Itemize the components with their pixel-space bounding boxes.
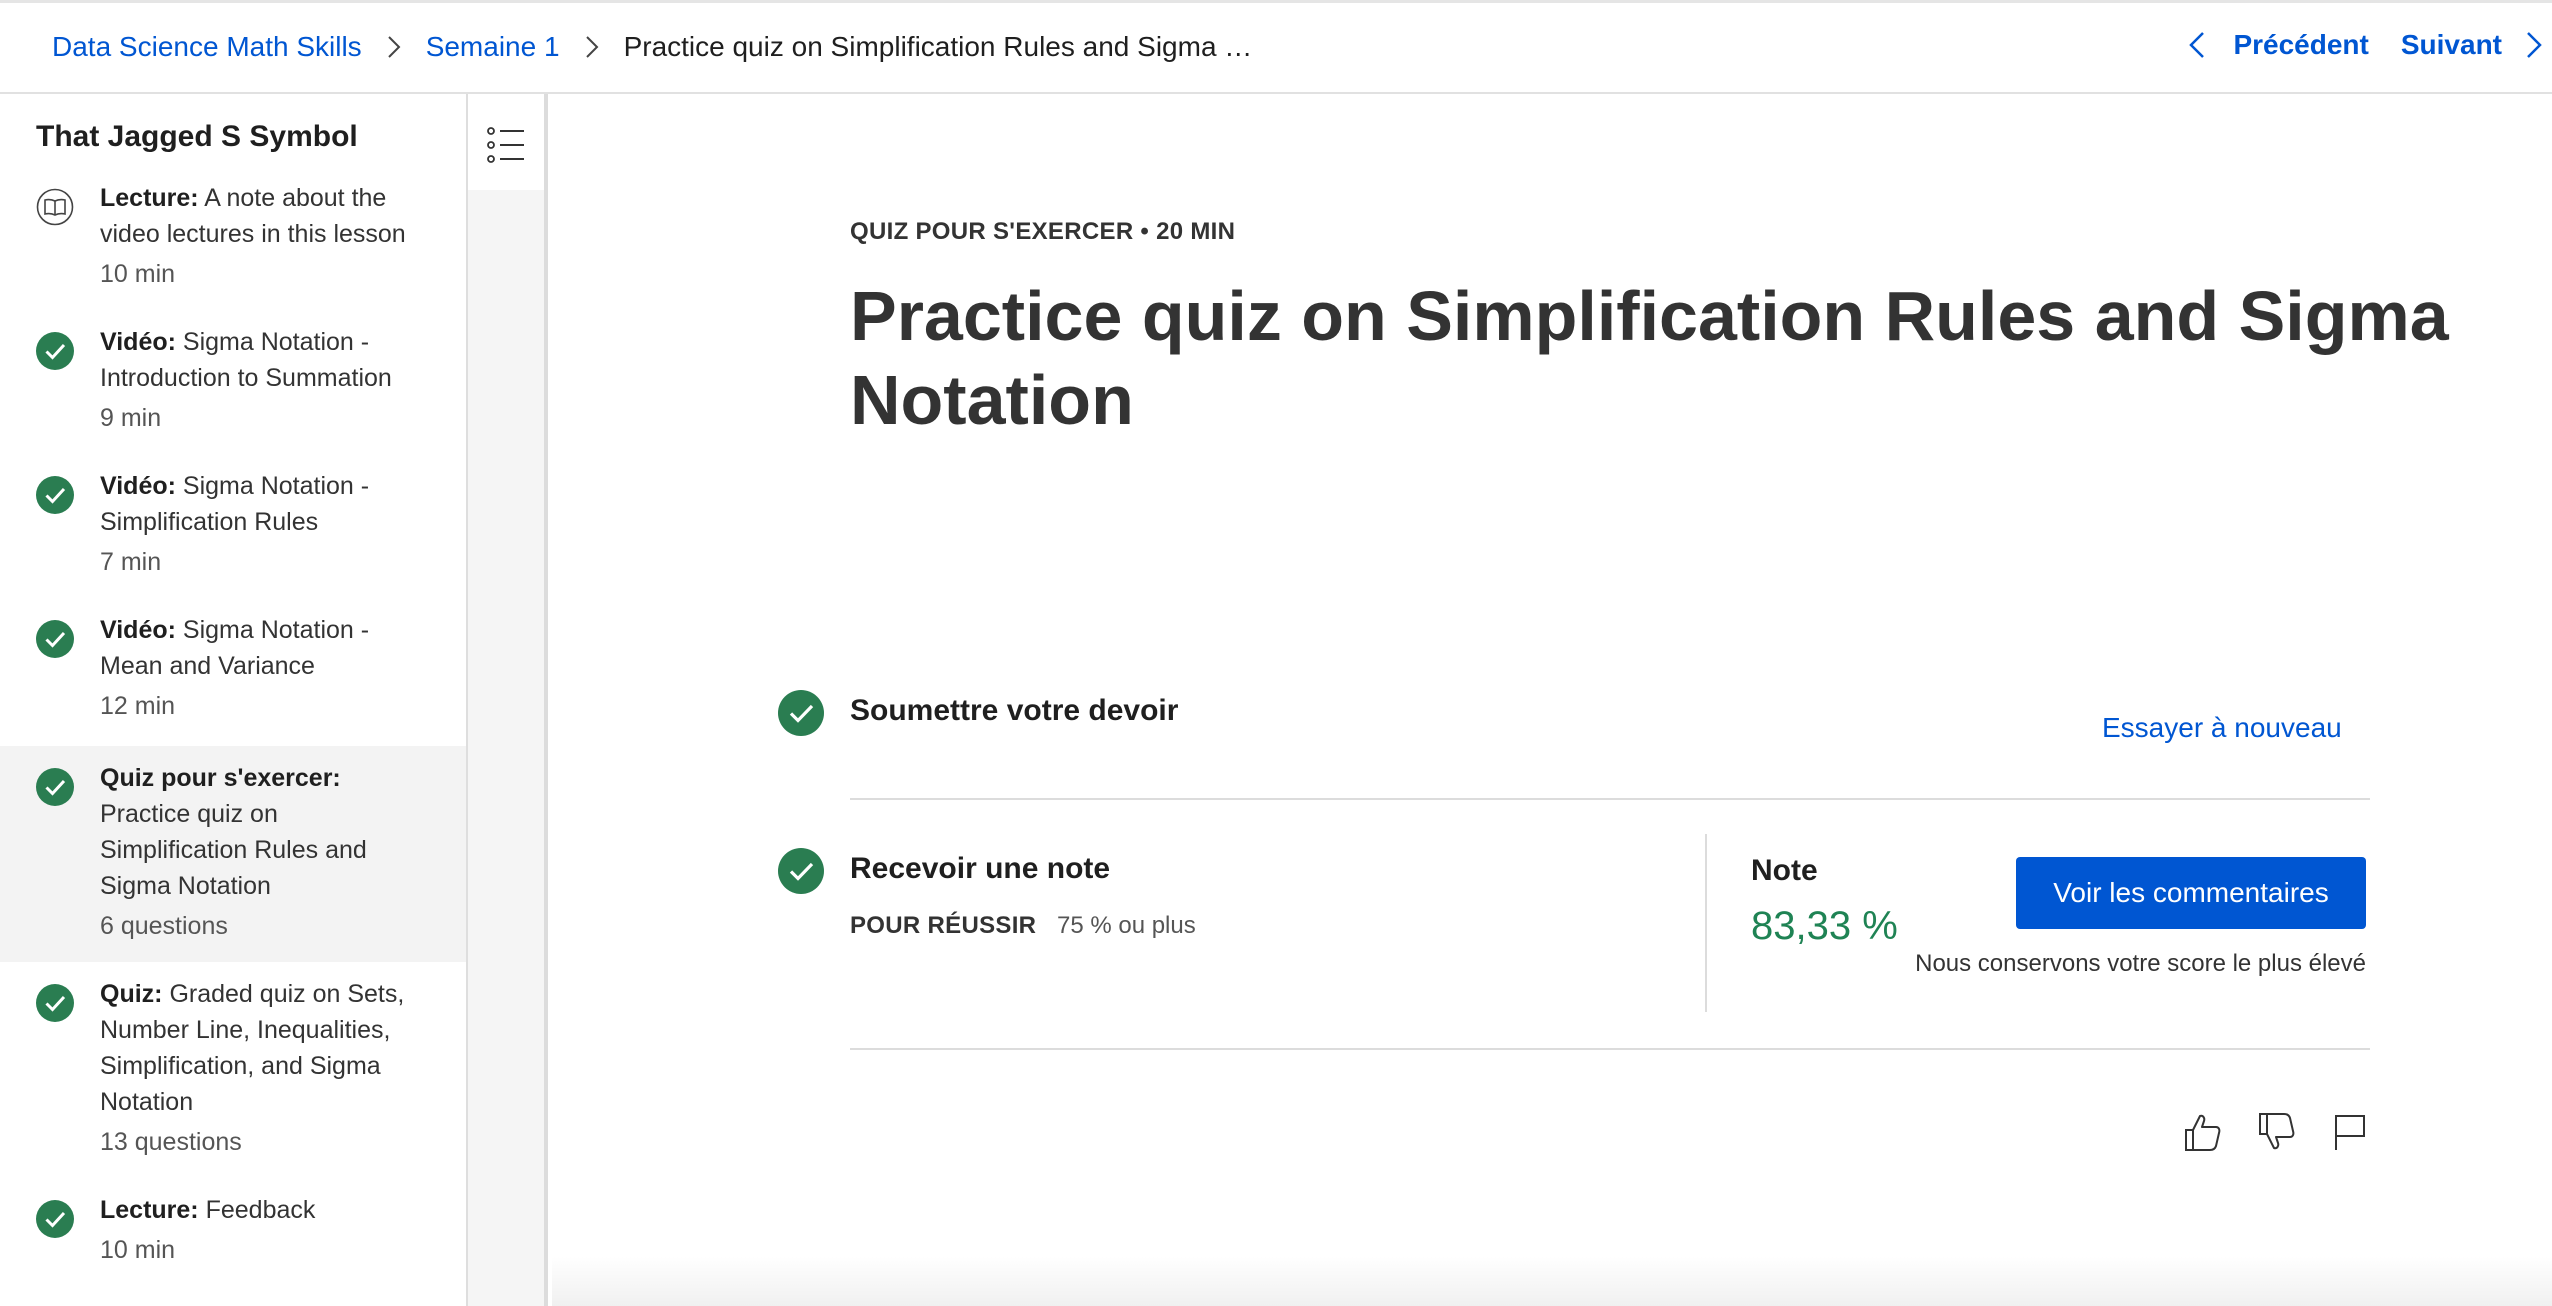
- sidebar-item-title: Feedback: [205, 1196, 316, 1224]
- sidebar-item-graded-quiz[interactable]: Quiz: Graded quiz on Sets, Number Line, …: [0, 976, 466, 1186]
- sidebar-item-type: Quiz pour s'exercer:: [100, 764, 341, 792]
- chevron-left-icon: [2189, 32, 2205, 58]
- vertical-divider: [1705, 834, 1707, 1012]
- pass-requirement: POUR RÉUSSIR 75 % ou plus: [850, 912, 1196, 940]
- item-kicker: QUIZ POUR S'EXERCER • 20 MIN: [850, 218, 1236, 245]
- sidebar-item-video-mean-variance[interactable]: Vidéo: Sigma Notation - Mean and Varianc…: [0, 612, 466, 742]
- thumbs-down-icon[interactable]: [2254, 1110, 2298, 1154]
- sidebar-item-practice-quiz[interactable]: Quiz pour s'exercer: Practice quiz on Si…: [0, 746, 466, 962]
- pass-value: 75 % ou plus: [1056, 912, 1196, 939]
- divider: [850, 798, 2370, 800]
- retry-link[interactable]: Essayer à nouveau: [2102, 712, 2342, 744]
- flag-icon[interactable]: [2328, 1110, 2372, 1154]
- divider: [850, 1048, 2370, 1050]
- book-icon: [36, 188, 74, 226]
- check-circle-icon: [36, 332, 74, 370]
- chevron-right-icon: [585, 36, 598, 58]
- chevron-right-icon: [387, 36, 401, 58]
- check-circle-icon: [36, 1200, 74, 1238]
- previous-label: Précédent: [2233, 29, 2369, 60]
- list-icon: [487, 127, 524, 163]
- pass-label: POUR RÉUSSIR: [850, 912, 1037, 939]
- highest-score-note: Nous conservons votre score le plus élev…: [1915, 950, 2366, 977]
- sidebar-item-meta: 9 min: [100, 404, 162, 432]
- sidebar-item-text: Quiz pour s'exercer: Practice quiz on Si…: [100, 760, 430, 944]
- sidebar-item-feedback[interactable]: Lecture: Feedback 10 min: [0, 1192, 466, 1292]
- sidebar-item-type: Vidéo:: [100, 616, 176, 644]
- next-label: Suivant: [2400, 29, 2502, 60]
- grade-value: 83,33 %: [1751, 904, 1898, 948]
- check-circle-icon: [36, 768, 74, 806]
- next-button[interactable]: Suivant: [2369, 29, 2552, 61]
- sidebar-item-title: Practice quiz on Simplification Rules an…: [100, 800, 367, 900]
- sidebar-item-video-intro[interactable]: Vidéo: Sigma Notation - Introduction to …: [0, 324, 466, 468]
- sidebar-item-type: Quiz:: [100, 980, 163, 1008]
- sidebar-item-meta: 13 questions: [100, 1128, 242, 1156]
- grade-step-title: Recevoir une note: [850, 852, 1111, 885]
- sidebar-item-type: Vidéo:: [100, 472, 176, 500]
- sidebar-item-text: Lecture: Feedback 10 min: [100, 1192, 430, 1268]
- breadcrumb-current: Practice quiz on Simplification Rules an…: [623, 31, 1253, 62]
- sidebar-item-meta: 7 min: [100, 548, 162, 576]
- thumbs-up-icon[interactable]: [2180, 1110, 2224, 1154]
- outline-toggle-button[interactable]: [468, 94, 544, 190]
- item-navigation: Précédent Suivant: [2183, 29, 2552, 61]
- sidebar-items: Lecture: A note about the video lectures…: [0, 94, 466, 1306]
- sidebar-item-type: Vidéo:: [100, 328, 176, 356]
- breadcrumb-week[interactable]: Semaine 1: [426, 31, 560, 63]
- check-circle-icon: [36, 476, 74, 514]
- header-bar: Data Science Math Skills Semaine 1 Pract…: [0, 3, 2552, 94]
- sidebar-item-text: Vidéo: Sigma Notation - Simplification R…: [100, 468, 430, 580]
- sidebar-item-text: Vidéo: Sigma Notation - Mean and Varianc…: [100, 612, 430, 724]
- sidebar-item-type: Lecture:: [100, 184, 199, 212]
- sidebar-item-text: Vidéo: Sigma Notation - Introduction to …: [100, 324, 430, 436]
- page-title: Practice quiz on Simplification Rules an…: [850, 277, 2449, 439]
- bottom-shadow: [552, 1256, 2552, 1306]
- check-circle-icon: [36, 620, 74, 658]
- chevron-right-icon: [2527, 32, 2542, 58]
- breadcrumb: Data Science Math Skills Semaine 1 Pract…: [52, 31, 1252, 63]
- grade-label: Note: [1751, 854, 1818, 887]
- previous-button[interactable]: Précédent: [2183, 29, 2369, 61]
- sidebar-item-meta: 12 min: [100, 692, 176, 720]
- feedback-actions: [2180, 1110, 2402, 1154]
- sidebar-item-meta: 10 min: [100, 260, 176, 288]
- main-content: QUIZ POUR S'EXERCER • 20 MIN Practice qu…: [552, 94, 2552, 1306]
- sidebar-item-meta: 6 questions: [100, 912, 228, 940]
- breadcrumb-course[interactable]: Data Science Math Skills: [52, 31, 362, 63]
- submit-step-title: Soumettre votre devoir: [850, 694, 1179, 727]
- check-circle-icon: [778, 848, 824, 894]
- sidebar-item-video-simplification[interactable]: Vidéo: Sigma Notation - Simplification R…: [0, 468, 466, 612]
- view-feedback-button[interactable]: Voir les commentaires: [2016, 857, 2366, 929]
- sidebar-item-type: Lecture:: [100, 1196, 199, 1224]
- check-circle-icon: [36, 984, 74, 1022]
- sidebar-item-lecture-note[interactable]: Lecture: A note about the video lectures…: [0, 180, 466, 320]
- outline-toggle-strip: [468, 94, 548, 1306]
- sidebar-item-text: Lecture: A note about the video lectures…: [100, 180, 430, 292]
- sidebar-item-meta: 10 min: [100, 1236, 176, 1264]
- check-circle-icon: [778, 690, 824, 736]
- sidebar-item-text: Quiz: Graded quiz on Sets, Number Line, …: [100, 976, 430, 1160]
